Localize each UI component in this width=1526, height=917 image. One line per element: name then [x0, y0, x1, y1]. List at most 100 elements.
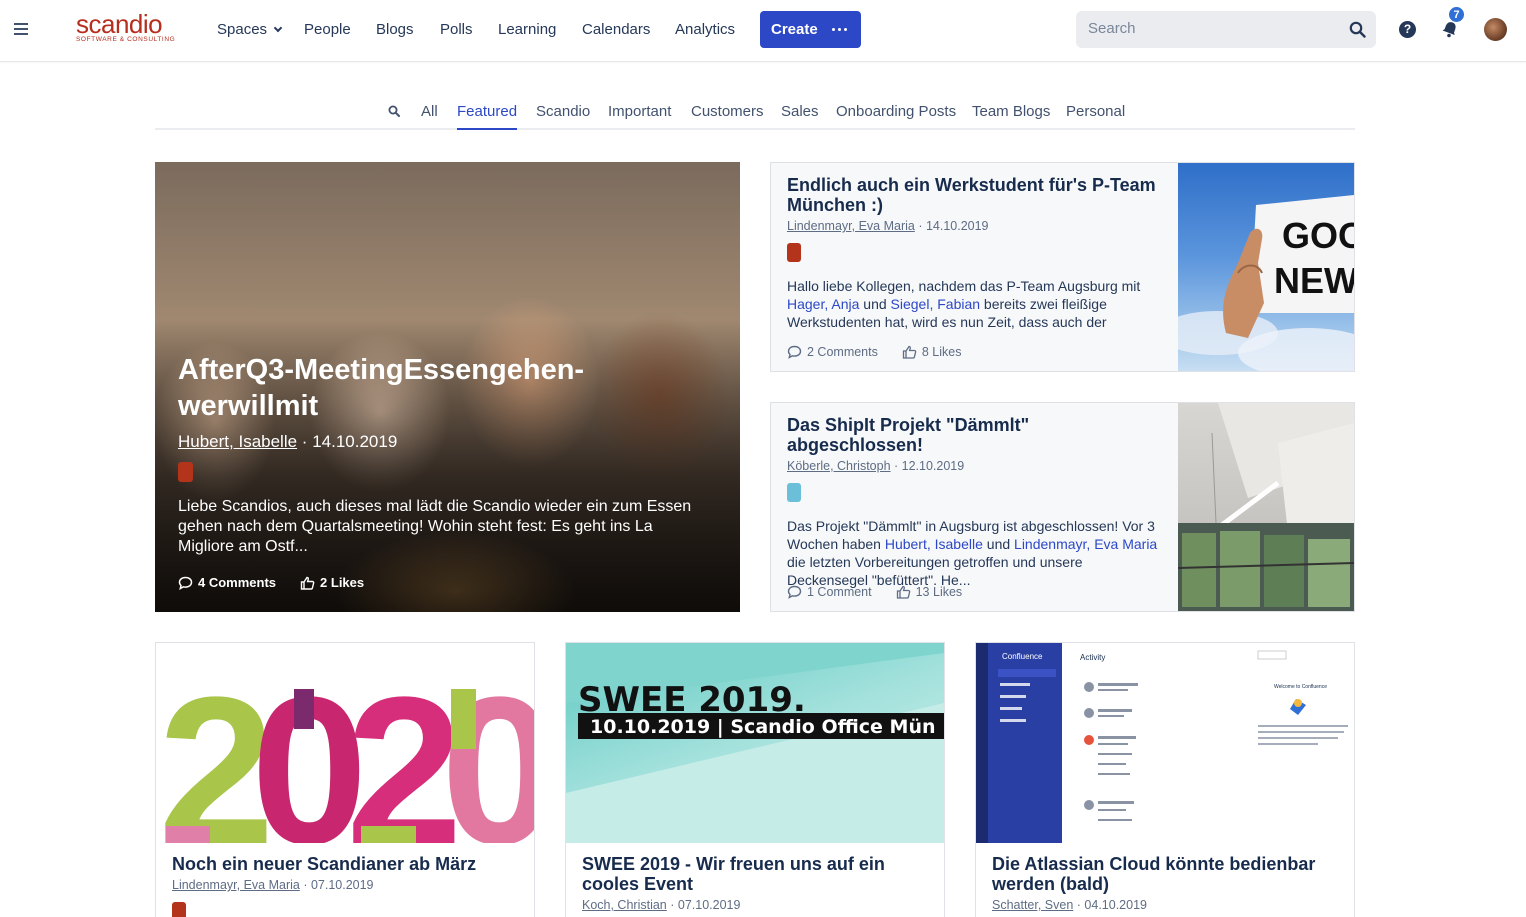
mention-link[interactable]: Hager, Anja — [787, 296, 859, 312]
tab-onboarding-posts[interactable]: Onboarding Posts — [836, 103, 956, 130]
post-category-tag[interactable] — [787, 243, 801, 262]
comment-icon — [787, 585, 802, 599]
tab-all[interactable]: All — [421, 103, 438, 130]
hero-meta: Hubert, Isabelle · 14.10.2019 — [178, 432, 397, 452]
search-icon[interactable] — [1349, 21, 1366, 38]
post-card[interactable]: 2 0 2 0 Noch ein neuer Scandianer ab Mär… — [155, 642, 535, 917]
mention-link[interactable]: Hubert, Isabelle — [885, 536, 983, 552]
excerpt-text: Hallo liebe Kollegen, nachdem das P-Team… — [787, 278, 1141, 294]
tab-team-blogs[interactable]: Team Blogs — [972, 103, 1050, 130]
excerpt-text: die letzten Vorbereitungen getroffen und… — [787, 554, 1083, 588]
post-title[interactable]: SWEE 2019 - Wir freuen uns auf ein coole… — [582, 854, 932, 894]
hero-date: 14.10.2019 — [312, 432, 398, 451]
excerpt-text: und — [982, 536, 1015, 552]
mention-link[interactable]: Siegel, Fabian — [891, 296, 981, 312]
confluence-cloud-screenshot: Confluence Activity Welcome to Confluenc… — [976, 643, 1348, 843]
post-category-tag[interactable] — [172, 902, 186, 917]
nav-polls[interactable]: Polls — [440, 21, 473, 38]
post-comments[interactable]: 1 Comment — [787, 585, 872, 599]
create-button[interactable]: Create — [760, 11, 861, 48]
post-card[interactable]: SWEE 2019. 10.10.2019 | Scandio Office M… — [565, 642, 945, 917]
post-card[interactable]: Endlich auch ein Werkstudent für's P-Tea… — [770, 162, 1355, 372]
hero-stats: 4 Comments 2 Likes — [178, 575, 364, 590]
mention-link[interactable]: Lindenmayr, Eva Maria — [1014, 536, 1157, 552]
post-card[interactable]: Confluence Activity Welcome to Confluenc… — [975, 642, 1355, 917]
create-label: Create — [771, 21, 818, 38]
search-input[interactable] — [1088, 20, 1328, 37]
tab-important[interactable]: Important — [608, 103, 671, 130]
top-navigation: scandio SOFTWARE & CONSULTING Spaces Peo… — [0, 0, 1526, 62]
featured-hero-post[interactable]: AfterQ3-MeetingEssengehen-werwillmit Hub… — [155, 162, 740, 612]
post-date: 07.10.2019 — [677, 898, 741, 912]
hero-category-tag[interactable] — [178, 462, 193, 482]
nav-blogs[interactable]: Blogs — [376, 21, 414, 38]
post-card-text: Die Atlassian Cloud könnte bedienbar wer… — [992, 854, 1342, 912]
post-comments[interactable]: 2 Comments — [787, 345, 878, 359]
post-category-tag[interactable] — [787, 483, 801, 502]
nav-people[interactable]: People — [304, 21, 351, 38]
post-author-link[interactable]: Koch, Christian — [582, 898, 667, 912]
tab-search-icon[interactable] — [388, 105, 400, 117]
hero-comments[interactable]: 4 Comments — [178, 575, 276, 590]
hero-author-link[interactable]: Hubert, Isabelle — [178, 432, 297, 451]
chevron-down-icon — [273, 23, 283, 33]
post-excerpt: Hallo liebe Kollegen, nachdem das P-Team… — [787, 277, 1167, 333]
post-stats: 2 Comments 8 Likes — [787, 345, 961, 359]
good-news-sign-image: GOO NEW — [1178, 195, 1354, 371]
tab-featured[interactable]: Featured — [457, 103, 518, 130]
notification-count-badge: 7 — [1448, 6, 1465, 23]
post-date: 07.10.2019 — [310, 878, 374, 892]
post-title[interactable]: Das ShipIt Projekt "Dämmlt" abgeschlosse… — [787, 415, 1167, 455]
nav-learning[interactable]: Learning — [498, 21, 556, 38]
confluence-app-name: Confluence — [1002, 652, 1043, 661]
post-author-link[interactable]: Köberle, Christoph — [787, 459, 891, 473]
post-meta: Köberle, Christoph · 12.10.2019 — [787, 459, 1167, 473]
post-likes[interactable]: 13 Likes — [896, 585, 963, 599]
post-author-link[interactable]: Lindenmayr, Eva Maria — [172, 878, 300, 892]
hero-title[interactable]: AfterQ3-MeetingEssengehen-werwillmit — [178, 352, 698, 424]
post-thumbnail: GOO NEW — [1178, 163, 1354, 371]
user-avatar[interactable] — [1484, 18, 1507, 41]
search-field[interactable] — [1076, 11, 1376, 48]
post-likes-label: 8 Likes — [921, 345, 962, 359]
post-title[interactable]: Die Atlassian Cloud könnte bedienbar wer… — [992, 854, 1342, 894]
post-card-text: SWEE 2019 - Wir freuen uns auf ein coole… — [582, 854, 932, 912]
post-author-link[interactable]: Lindenmayr, Eva Maria — [787, 219, 915, 233]
hero-likes[interactable]: 2 Likes — [300, 575, 364, 590]
meta-separator: · — [890, 459, 902, 473]
post-excerpt: Das Projekt "Dämmlt" in Augsburg ist abg… — [787, 517, 1167, 589]
office-ceiling-image — [1178, 403, 1354, 611]
post-stats: 1 Comment 13 Likes — [787, 585, 962, 599]
tab-customers[interactable]: Customers — [691, 103, 764, 130]
meta-separator: · — [297, 432, 313, 451]
nav-spaces[interactable]: Spaces — [217, 21, 283, 38]
nav-calendars[interactable]: Calendars — [582, 21, 650, 38]
post-author-link[interactable]: Schatter, Sven — [992, 898, 1073, 912]
post-card[interactable]: Das ShipIt Projekt "Dämmlt" abgeschlosse… — [770, 402, 1355, 612]
meta-separator: · — [1073, 898, 1085, 912]
post-meta: Lindenmayr, Eva Maria · 14.10.2019 — [787, 219, 1167, 233]
post-date: 04.10.2019 — [1084, 898, 1147, 912]
swee-event-image: SWEE 2019. 10.10.2019 | Scandio Office M… — [566, 643, 944, 843]
post-likes[interactable]: 8 Likes — [902, 345, 962, 359]
post-comments-label: 1 Comment — [807, 585, 872, 599]
event-date-text: 10.10.2019 | Scandio Office Mün — [590, 716, 936, 738]
post-title[interactable]: Noch ein neuer Scandianer ab März — [172, 854, 522, 874]
post-title[interactable]: Endlich auch ein Werkstudent für's P-Tea… — [787, 175, 1167, 215]
post-likes-label: 13 Likes — [915, 585, 963, 599]
tab-personal[interactable]: Personal — [1066, 103, 1125, 130]
activity-heading: Activity — [1080, 653, 1105, 662]
nav-analytics[interactable]: Analytics — [675, 21, 735, 38]
menu-icon[interactable] — [14, 23, 28, 35]
hero-likes-label: 2 Likes — [320, 575, 365, 590]
comment-icon — [178, 576, 193, 590]
nav-spaces-label: Spaces — [217, 21, 268, 38]
tab-scandio[interactable]: Scandio — [536, 103, 590, 130]
tab-sales[interactable]: Sales — [781, 103, 819, 130]
logo-wordmark: scandio — [76, 9, 163, 39]
scandio-logo[interactable]: scandio SOFTWARE & CONSULTING — [76, 9, 186, 44]
thumbs-up-icon — [896, 585, 910, 599]
more-icon[interactable] — [831, 28, 847, 31]
post-thumbnail — [1178, 403, 1354, 611]
help-icon[interactable]: ? — [1399, 21, 1416, 38]
